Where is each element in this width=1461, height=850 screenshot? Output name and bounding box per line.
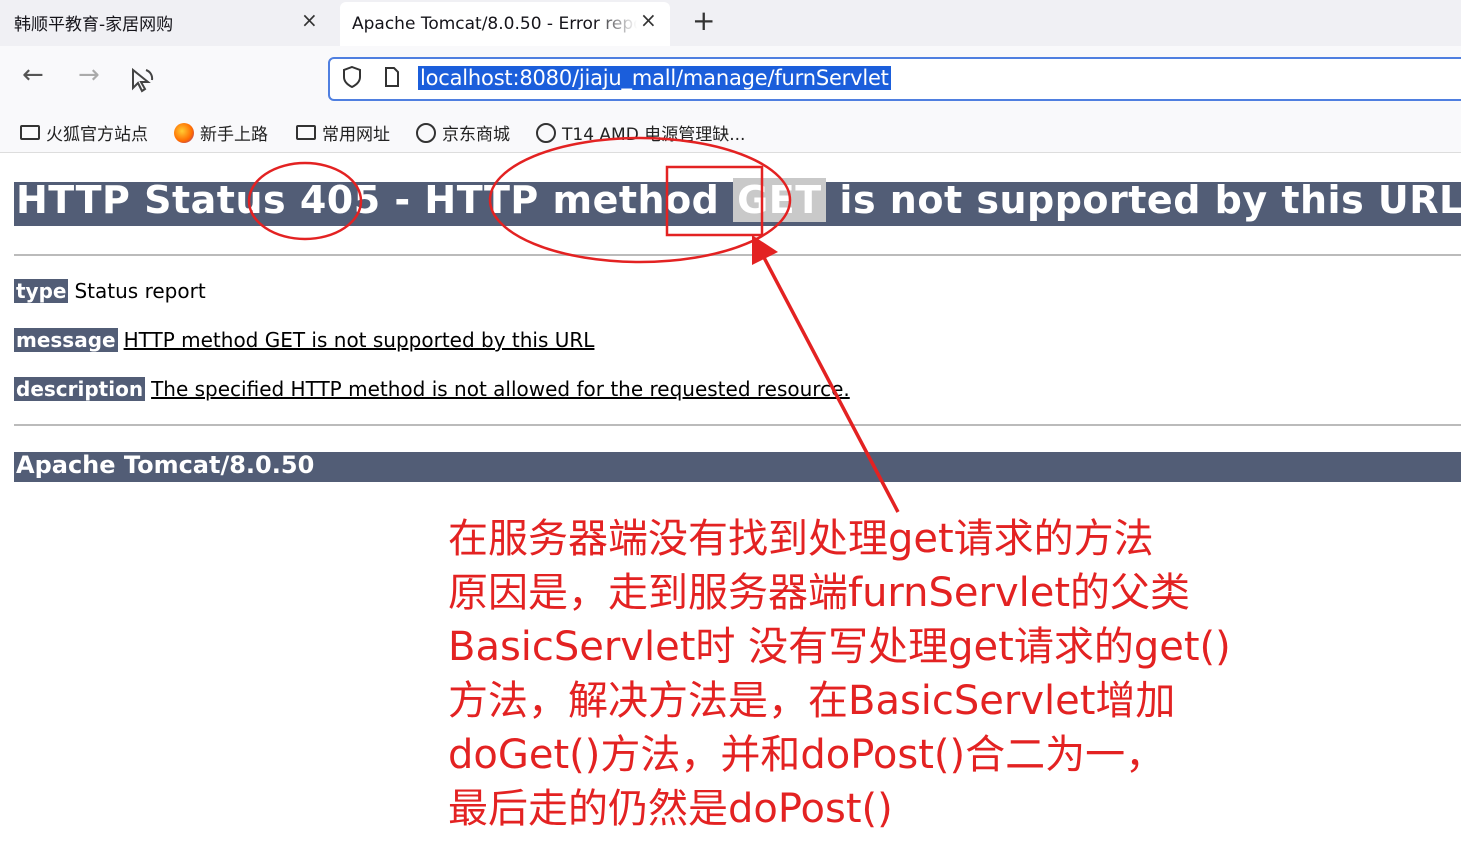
annotation-line: doGet()方法，并和doPost()合二为一， [448, 732, 1166, 778]
reload-icon[interactable] [128, 66, 156, 94]
bookmark-t14-amd[interactable]: T14 AMD 电源管理缺... [536, 120, 745, 145]
close-tab-icon[interactable]: × [640, 8, 657, 32]
annotation-line: 方法，解决方法是，在BasicServlet增加 [448, 678, 1176, 724]
server-footer: Apache Tomcat/8.0.50 [16, 451, 315, 479]
navigation-bar: ← → localhost:8080/jiaju_mall/manage/fur… [0, 46, 1461, 112]
new-tab-button[interactable]: + [692, 4, 715, 37]
bookmark-common-sites[interactable]: 常用网址 [296, 120, 390, 145]
type-label: type [14, 279, 69, 303]
firefox-icon [174, 122, 194, 143]
annotation-line: BasicServlet时 没有写处理get请求的get() [448, 624, 1231, 670]
bookmark-getting-started[interactable]: 新手上路 [174, 120, 268, 145]
annotation-line: 在服务器端没有找到处理get请求的方法 [448, 516, 1154, 562]
page-title: HTTP Status 405 - HTTP method GET is not… [16, 178, 1461, 222]
description-label: description [14, 377, 146, 401]
bookmark-label: 京东商城 [442, 125, 510, 145]
close-tab-icon[interactable]: × [301, 8, 318, 32]
bookmarks-bar: 火狐官方站点 新手上路 常用网址 京东商城 T14 AMD 电源管理缺... [0, 112, 1461, 153]
heading-suffix: is not supported by this URL [825, 178, 1461, 222]
bookmark-label: T14 AMD 电源管理缺... [562, 125, 746, 145]
forward-button[interactable]: → [78, 60, 100, 90]
bookmark-label: 常用网址 [322, 125, 390, 145]
folder-icon [296, 125, 316, 140]
back-button[interactable]: ← [22, 60, 44, 90]
bookmark-jd[interactable]: 京东商城 [416, 120, 510, 145]
message-label: message [14, 328, 118, 352]
address-bar[interactable]: localhost:8080/jiaju_mall/manage/furnSer… [328, 57, 1461, 101]
folder-icon [20, 125, 40, 140]
bookmark-label: 新手上路 [200, 125, 268, 145]
annotation-arrow-head [752, 235, 778, 265]
page-icon[interactable] [384, 67, 400, 87]
globe-icon [416, 122, 436, 143]
url-text[interactable]: localhost:8080/jiaju_mall/manage/furnSer… [418, 66, 891, 90]
globe-icon [536, 122, 556, 143]
tab-tomcat-error[interactable]: Apache Tomcat/8.0.50 - Error report × [340, 2, 670, 46]
divider [14, 254, 1461, 256]
type-row: type Status report [14, 279, 206, 303]
bookmark-firefox-official[interactable]: 火狐官方站点 [20, 120, 148, 145]
type-value: Status report [74, 279, 206, 303]
description-value: The specified HTTP method is not allowed… [151, 377, 850, 401]
message-value: HTTP method GET is not supported by this… [123, 328, 595, 352]
tab-title: 韩顺平教育-家居网购 [14, 14, 174, 35]
tab-jiaju[interactable]: 韩顺平教育-家居网购 × [0, 0, 335, 44]
annotation-line: 原因是，走到服务器端furnServlet的父类 [448, 570, 1191, 616]
annotation-note: 在服务器端没有找到处理get请求的方法 原因是，走到服务器端furnServle… [448, 512, 1308, 836]
heading-method: GET [733, 178, 826, 222]
message-row: message HTTP method GET is not supported… [14, 328, 594, 352]
tab-bar: 韩顺平教育-家居网购 × Apache Tomcat/8.0.50 - Erro… [0, 0, 1461, 46]
shield-icon[interactable] [342, 66, 362, 88]
tab-title: Apache Tomcat/8.0.50 - Error report [352, 14, 637, 34]
heading-prefix: HTTP Status 405 - HTTP method [16, 178, 734, 222]
bookmark-label: 火狐官方站点 [46, 125, 148, 145]
divider [14, 424, 1461, 426]
annotation-line: 最后走的仍然是doPost() [448, 786, 893, 832]
description-row: description The specified HTTP method is… [14, 377, 850, 401]
